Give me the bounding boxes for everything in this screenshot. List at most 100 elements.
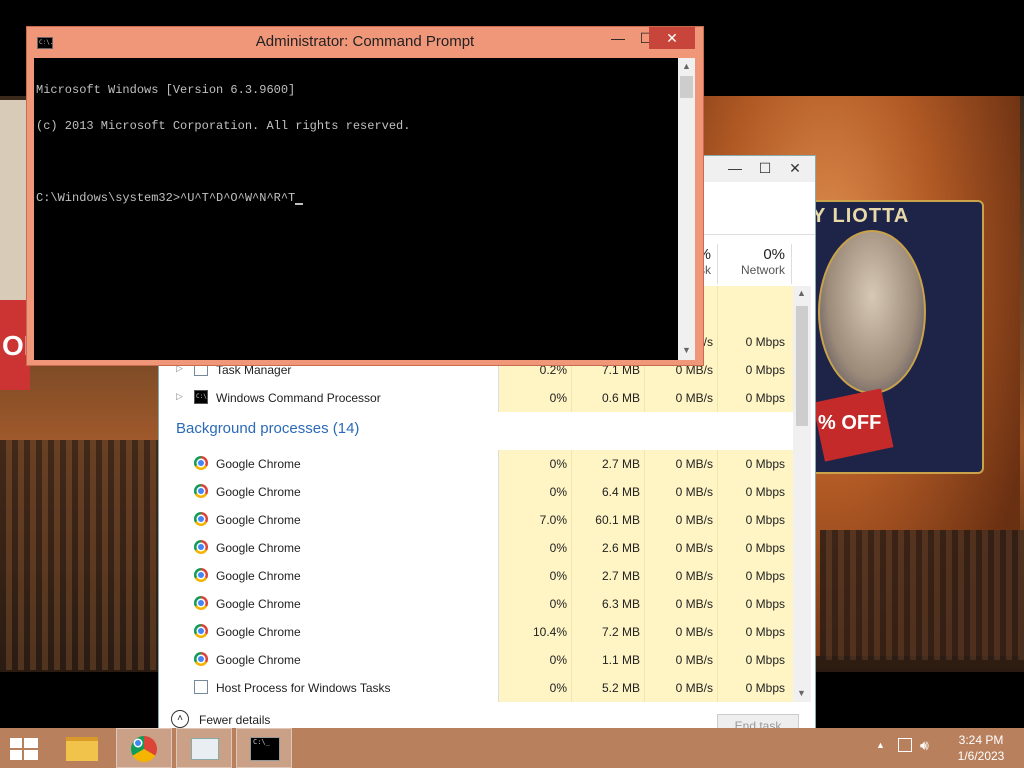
memory-cell: 1.1 MB bbox=[601, 653, 640, 667]
network-cell: 0 Mbps bbox=[745, 569, 785, 583]
network-icon[interactable] bbox=[898, 738, 912, 752]
chrome-icon bbox=[194, 652, 208, 666]
table-row[interactable]: Google Chrome 0% 6.3 MB 0 MB/s 0 Mbps bbox=[159, 590, 793, 618]
tm-maximize-button[interactable]: ☐ bbox=[750, 156, 780, 180]
command-prompt-icon: C:\ bbox=[194, 390, 208, 404]
taskbar-file-explorer[interactable] bbox=[56, 728, 112, 768]
process-name: Google Chrome bbox=[216, 597, 301, 611]
disk-cell: 0 MB/s bbox=[675, 541, 713, 555]
tm-close-button[interactable]: ✕ bbox=[780, 156, 810, 180]
taskbar: C:\_ ▲ 🔊︎ 3:24 PM 1/6/2023 bbox=[0, 728, 1024, 768]
table-row[interactable]: Host Process for Windows Tasks 0% 5.2 MB 0 … bbox=[159, 674, 793, 702]
disk-cell: 0 MB/s bbox=[675, 457, 713, 471]
process-name: Google Chrome bbox=[216, 653, 301, 667]
section-header-row: Background processes (14) bbox=[159, 412, 793, 450]
text-cursor bbox=[295, 203, 304, 205]
scroll-up-icon[interactable]: ▲ bbox=[678, 61, 695, 71]
scrollbar-thumb[interactable] bbox=[796, 306, 808, 426]
disk-cell: 0 MB/s bbox=[675, 597, 713, 611]
close-button[interactable]: ✕ bbox=[649, 27, 695, 49]
start-button[interactable] bbox=[10, 738, 38, 760]
chrome-icon bbox=[194, 484, 208, 498]
wallpaper-bottle-ribs bbox=[0, 440, 160, 670]
taskbar-command-prompt[interactable]: C:\_ bbox=[236, 728, 292, 768]
cpu-cell: 0% bbox=[549, 541, 567, 555]
taskbar-task-manager[interactable] bbox=[176, 728, 232, 768]
clock-time: 3:24 PM bbox=[958, 733, 1004, 747]
network-cell: 0 Mbps bbox=[745, 335, 785, 349]
chevron-up-icon: ˄ bbox=[171, 710, 189, 728]
command-prompt-titlebar[interactable]: C:\. Administrator: Command Prompt bbox=[27, 27, 703, 57]
disk-cell: 0 MB/s bbox=[675, 569, 713, 583]
table-row[interactable]: Google Chrome 7.0% 60.1 MB 0 MB/s 0 Mbps bbox=[159, 506, 793, 534]
chrome-icon bbox=[194, 596, 208, 610]
table-row[interactable]: Google Chrome 0% 1.1 MB 0 MB/s 0 Mbps bbox=[159, 646, 793, 674]
console-prompt-line: C:\Windows\system32>^U^T^D^O^W^N^R^T bbox=[36, 192, 676, 205]
wallpaper-bottle-ribs-right bbox=[820, 530, 1024, 660]
taskbar-chrome[interactable] bbox=[116, 728, 172, 768]
chrome-icon bbox=[194, 624, 208, 638]
memory-cell: 5.2 MB bbox=[601, 681, 640, 695]
cpu-cell: 0% bbox=[549, 485, 567, 499]
network-column-header[interactable]: 0% Network bbox=[725, 246, 785, 277]
process-name: Google Chrome bbox=[216, 625, 301, 639]
console-output[interactable]: Microsoft Windows [Version 6.3.9600] (c)… bbox=[34, 58, 678, 360]
wallpaper-portrait bbox=[818, 230, 926, 394]
process-name: Host Process for Windows Tasks bbox=[216, 681, 391, 695]
cpu-cell: 0% bbox=[549, 653, 567, 667]
fewer-details-link[interactable]: ˄ Fewer details bbox=[171, 710, 270, 728]
show-hidden-icons-button[interactable]: ▲ bbox=[876, 740, 885, 750]
tm-minimize-button[interactable]: — bbox=[720, 156, 750, 180]
scroll-up-icon[interactable]: ▲ bbox=[793, 288, 810, 298]
scrollbar-thumb[interactable] bbox=[680, 76, 693, 98]
minimize-button[interactable]: — bbox=[604, 27, 632, 49]
table-row[interactable]: Google Chrome 0% 2.7 MB 0 MB/s 0 Mbps bbox=[159, 450, 793, 478]
chrome-icon bbox=[194, 512, 208, 526]
table-row[interactable]: Google Chrome 0% 2.6 MB 0 MB/s 0 Mbps bbox=[159, 534, 793, 562]
scroll-down-icon[interactable]: ▼ bbox=[678, 345, 695, 355]
console-line: Microsoft Windows [Version 6.3.9600] bbox=[36, 83, 296, 97]
cpu-cell: 0% bbox=[549, 569, 567, 583]
memory-cell: 6.3 MB bbox=[601, 597, 640, 611]
column-divider bbox=[791, 244, 792, 284]
command-prompt-icon[interactable]: C:\. bbox=[37, 37, 53, 49]
disk-cell: 0 MB/s bbox=[675, 485, 713, 499]
console-scrollbar[interactable]: ▲ ▼ bbox=[678, 58, 695, 360]
cpu-cell: 0% bbox=[549, 597, 567, 611]
clock-date: 1/6/2023 bbox=[957, 749, 1005, 763]
table-row[interactable]: Google Chrome 0% 2.7 MB 0 MB/s 0 Mbps bbox=[159, 562, 793, 590]
memory-cell: 60.1 MB bbox=[595, 513, 640, 527]
table-row[interactable]: Google Chrome 0% 6.4 MB 0 MB/s 0 Mbps bbox=[159, 478, 793, 506]
process-list-scrollbar[interactable]: ▲ ▼ bbox=[793, 286, 811, 702]
table-row[interactable]: ▷ C:\ Windows Command Processor 0% 0.6 M… bbox=[159, 384, 793, 412]
expand-arrow-icon[interactable]: ▷ bbox=[176, 391, 183, 402]
background-processes-heading: Background processes (14) bbox=[176, 420, 360, 437]
process-name: Google Chrome bbox=[216, 569, 301, 583]
cpu-cell: 0% bbox=[549, 391, 567, 405]
memory-cell: 6.4 MB bbox=[601, 485, 640, 499]
network-cell: 0 Mbps bbox=[745, 485, 785, 499]
disk-cell: 0 MB/s bbox=[675, 653, 713, 667]
network-cell: 0 Mbps bbox=[745, 457, 785, 471]
memory-cell: 2.6 MB bbox=[601, 541, 640, 555]
memory-cell: 2.7 MB bbox=[601, 457, 640, 471]
scroll-down-icon[interactable]: ▼ bbox=[793, 688, 810, 698]
memory-cell: 0.6 MB bbox=[601, 391, 640, 405]
wallpaper-label-text: Y LIOTTA bbox=[812, 205, 910, 227]
task-manager-icon bbox=[191, 738, 219, 760]
chrome-icon bbox=[194, 540, 208, 554]
chrome-icon bbox=[194, 456, 208, 470]
process-name: Google Chrome bbox=[216, 457, 301, 471]
clock[interactable]: 3:24 PM 1/6/2023 bbox=[948, 732, 1014, 764]
table-row[interactable]: Google Chrome 10.4% 7.2 MB 0 MB/s 0 Mbps bbox=[159, 618, 793, 646]
windows-logo-icon bbox=[24, 750, 38, 760]
network-column-percent: 0% bbox=[763, 246, 785, 263]
network-cell: 0 Mbps bbox=[745, 597, 785, 611]
disk-cell: 0 MB/s bbox=[675, 391, 713, 405]
window-title: Administrator: Command Prompt bbox=[255, 33, 475, 50]
network-cell: 0 Mbps bbox=[745, 625, 785, 639]
volume-icon[interactable]: 🔊︎ bbox=[920, 737, 929, 754]
process-name: Google Chrome bbox=[216, 485, 301, 499]
memory-cell: 7.2 MB bbox=[601, 625, 640, 639]
